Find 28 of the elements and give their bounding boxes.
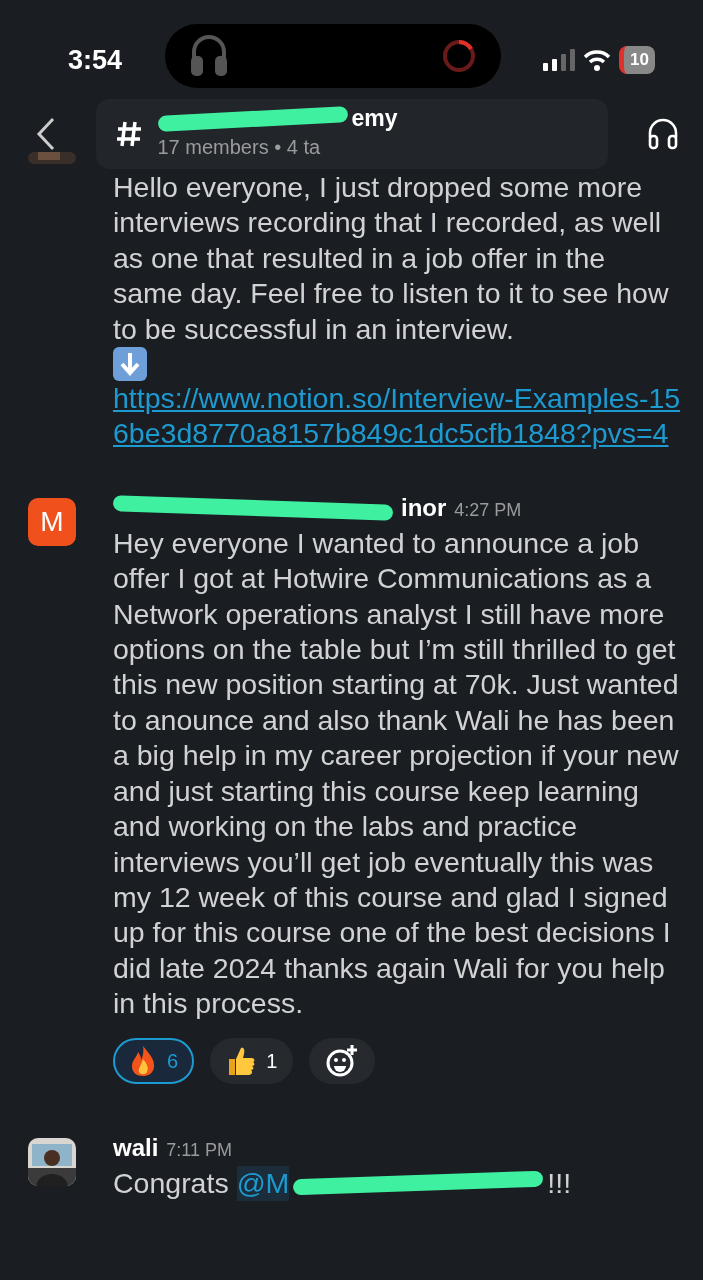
status-time: 3:54 (68, 43, 123, 77)
progress-ring-icon (440, 38, 477, 74)
channel-header[interactable]: emy 17 members • 4 ta (95, 99, 608, 169)
message-text: Hey everyone I wanted to announce a job offer I got at Hotwire Communications as a Network operations analyst I still have more options on the table but I’m still thrilled to get this new position starting at 70k. Just wanted to anounce and also thank Wali he has been a big help in my career projection if your new and just starting this course keep learning and working on the labs and practice interviews you’ll get job eventually this was my 12 week of this course and glad I signed up for this course one of the best decisions I did late 2024 thanks again Wali for you help in this process. (113, 525, 680, 1022)
add-emoji-icon (325, 1043, 360, 1078)
channel-name: emy (351, 106, 398, 132)
author-name[interactable]: wali (113, 1129, 159, 1166)
wifi-icon (583, 49, 612, 71)
channel-subtitle: 17 members • 4 ta (157, 134, 322, 160)
avatar-initial: M (28, 497, 76, 546)
reaction-button[interactable]: 1 (210, 1037, 294, 1084)
add-reaction-button[interactable] (309, 1037, 376, 1084)
headphones-icon[interactable] (647, 118, 679, 150)
user-mention[interactable]: @M (236, 1165, 290, 1201)
reaction-button[interactable]: 6 (113, 1037, 195, 1084)
message-text: Hello everyone, I just dropped some more interviews recording that I recorded, as well as one that resulted in a job offer in the same day. Feel free to listen to it to see how to be successful in an interview. (113, 170, 670, 347)
signal-icon (543, 49, 576, 71)
author-name[interactable]: inor (401, 489, 447, 526)
back-icon[interactable] (36, 117, 56, 151)
message-link[interactable]: https://www.notion.so/Interview-Examples-156be3d8770a8157b849c1dc5cfb1848?pvs=4 (113, 381, 681, 452)
hash-icon (115, 120, 142, 148)
message-text: Congrats (113, 1165, 229, 1201)
message-time: 4:27 PM (454, 498, 522, 522)
fire-icon (129, 1044, 157, 1077)
battery-indicator: 10 (619, 46, 655, 74)
message-time: 7:11 PM (166, 1138, 233, 1162)
headphones-icon (188, 34, 229, 78)
message-text: !!! (547, 1165, 572, 1201)
